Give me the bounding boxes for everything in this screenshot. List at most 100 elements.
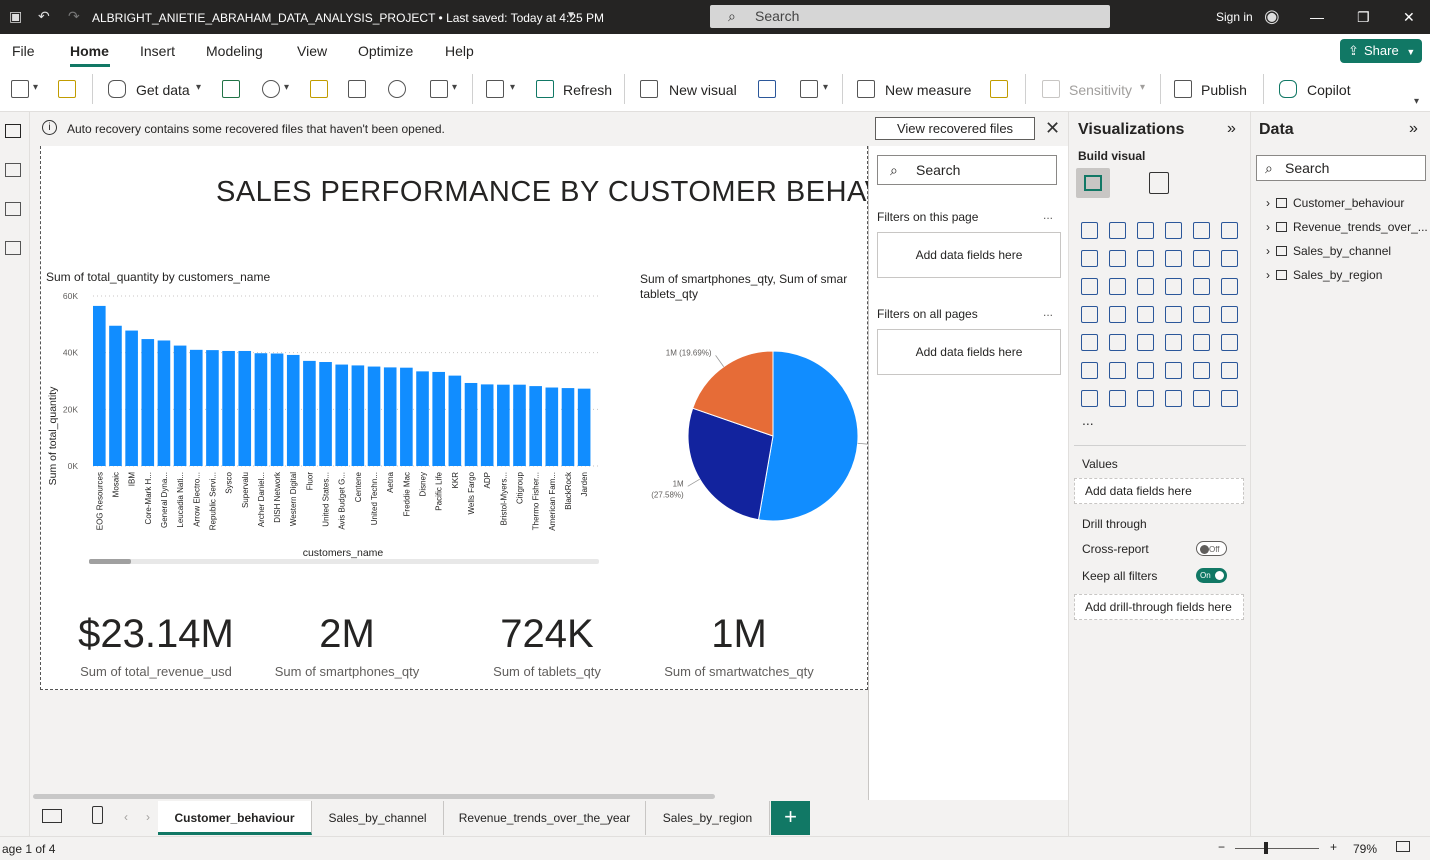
chevron-down-icon[interactable]: ▾	[1140, 82, 1145, 93]
drill-through-well[interactable]: Add drill-through fields here	[1074, 594, 1244, 620]
bar-mark[interactable]	[286, 354, 300, 466]
line-stacked-icon[interactable]	[1081, 278, 1098, 295]
card-icon[interactable]	[1221, 306, 1238, 323]
filters-all-pages-well[interactable]: Add data fields here	[877, 329, 1061, 375]
bar-mark[interactable]	[125, 330, 138, 466]
chevron-right-icon[interactable]: ›	[146, 810, 150, 824]
bar-mark[interactable]	[189, 349, 203, 466]
excel-icon[interactable]	[222, 80, 240, 98]
bar-mark[interactable]	[497, 384, 510, 466]
scatter-icon[interactable]	[1165, 278, 1182, 295]
tab-sales-by-region[interactable]: Sales_by_region	[646, 801, 770, 835]
undo-icon[interactable]: ↶	[38, 8, 50, 25]
collapse-pane-icon[interactable]: »	[1409, 120, 1418, 138]
stacked-area-icon[interactable]	[1137, 250, 1154, 267]
bar-mark[interactable]	[545, 387, 559, 466]
bar-mark[interactable]	[448, 375, 462, 466]
menu-insert[interactable]: Insert	[140, 43, 175, 59]
maximize-icon[interactable]: ❐	[1357, 9, 1370, 26]
bar-mark[interactable]	[416, 371, 429, 466]
values-well[interactable]: Add data fields here	[1074, 478, 1244, 504]
sign-in-link[interactable]: Sign in	[1216, 10, 1253, 24]
bar-mark[interactable]	[400, 367, 413, 466]
bar-mark[interactable]	[222, 350, 235, 466]
bar-mark[interactable]	[513, 384, 526, 466]
bar-mark[interactable]	[319, 362, 332, 466]
close-icon[interactable]: ✕	[1045, 118, 1060, 139]
bar-mark[interactable]	[464, 382, 478, 466]
zoom-slider-thumb[interactable]	[1264, 842, 1268, 854]
add-page-button[interactable]: +	[771, 801, 810, 835]
table-revenue-trends[interactable]: › Revenue_trends_over_...	[1266, 220, 1428, 234]
line-column-icon[interactable]	[1221, 250, 1238, 267]
get-data-button[interactable]: Get data	[136, 82, 190, 98]
chevron-down-icon[interactable]: ▾	[196, 82, 201, 93]
fit-to-page-icon[interactable]	[1396, 841, 1410, 852]
tab-customer-behaviour[interactable]: Customer_behaviour	[158, 801, 312, 835]
table-sales-by-region[interactable]: › Sales_by_region	[1266, 268, 1382, 282]
tab-sales-by-channel[interactable]: Sales_by_channel	[312, 801, 444, 835]
paginated-icon[interactable]	[1081, 390, 1098, 407]
power-apps-icon[interactable]	[1109, 390, 1126, 407]
cross-report-toggle[interactable]: Off	[1196, 541, 1227, 556]
bar-mark[interactable]	[577, 388, 591, 466]
shape-map-icon[interactable]	[1193, 390, 1210, 407]
stacked-column-icon[interactable]	[1109, 222, 1126, 239]
menu-home[interactable]: Home	[70, 43, 109, 59]
canvas-horizontal-scrollbar[interactable]	[33, 794, 715, 799]
bar-mark[interactable]	[238, 350, 252, 466]
area-icon[interactable]	[1109, 250, 1126, 267]
bar-mark[interactable]	[367, 366, 381, 466]
line-icon[interactable]	[1081, 250, 1098, 267]
goals-icon[interactable]	[1221, 362, 1238, 379]
table-customer-behaviour[interactable]: › Customer_behaviour	[1266, 196, 1404, 210]
bar-scroll-thumb[interactable]	[89, 559, 131, 564]
bar-mark[interactable]	[335, 364, 349, 466]
collapse-pane-icon[interactable]: »	[1227, 120, 1236, 138]
onelake-icon[interactable]	[262, 80, 280, 98]
text-box-icon[interactable]	[758, 80, 776, 98]
key-influencers-icon[interactable]	[1109, 362, 1126, 379]
tab-revenue-trends[interactable]: Revenue_trends_over_the_year	[444, 801, 646, 835]
minimize-icon[interactable]: —	[1310, 9, 1324, 25]
decomposition-tree-icon[interactable]	[1137, 362, 1154, 379]
scatter-bar-icon[interactable]	[1109, 278, 1126, 295]
chevron-down-icon[interactable]: ▾	[284, 82, 289, 93]
dax-query-icon[interactable]	[5, 241, 21, 255]
arcgis-icon[interactable]	[1165, 390, 1182, 407]
mobile-layout-icon[interactable]	[92, 806, 103, 824]
bar-mark[interactable]	[173, 345, 187, 466]
account-icon[interactable]: ◉	[1264, 6, 1280, 27]
funnel-icon[interactable]	[1137, 278, 1154, 295]
enter-data-icon[interactable]	[348, 80, 366, 98]
chevron-down-icon[interactable]: ▾	[33, 82, 38, 93]
clustered-bar-icon[interactable]	[1137, 222, 1154, 239]
table-view-icon[interactable]	[5, 163, 21, 177]
bar-mark[interactable]	[157, 340, 171, 466]
bar-mark[interactable]	[561, 388, 575, 466]
model-view-icon[interactable]	[5, 202, 21, 216]
azure-map-icon[interactable]	[1165, 306, 1182, 323]
slicer-icon[interactable]	[1137, 334, 1154, 351]
menu-optimize[interactable]: Optimize	[358, 43, 413, 59]
save-icon[interactable]: ▣	[9, 8, 22, 25]
more-visuals-icon[interactable]: ...	[1082, 412, 1094, 428]
more-visuals-icon[interactable]	[800, 80, 818, 98]
power-automate-icon[interactable]	[1137, 390, 1154, 407]
zoom-slider[interactable]	[1235, 848, 1319, 849]
build-visual-tab[interactable]	[1076, 168, 1110, 198]
filter-search-input[interactable]: ⌕ Search	[877, 155, 1057, 185]
bar-mark[interactable]	[109, 325, 122, 466]
bar-chart[interactable]: 0K 20K 40K 60K EOG Resources Mosaic IBM Core-M…	[41, 286, 601, 566]
bar-mark[interactable]	[351, 365, 365, 466]
table-icon[interactable]	[1165, 334, 1182, 351]
quick-measure-icon[interactable]	[990, 80, 1008, 98]
bar-mark[interactable]	[270, 353, 284, 466]
bar-mark[interactable]	[383, 367, 397, 466]
matrix-icon[interactable]	[1193, 334, 1210, 351]
sensitivity-button[interactable]: Sensitivity	[1069, 82, 1132, 98]
close-window-icon[interactable]: ✕	[1403, 9, 1415, 26]
waterfall-icon[interactable]	[1193, 250, 1210, 267]
view-recovered-files-button[interactable]: View recovered files	[875, 117, 1035, 140]
bar-mark[interactable]	[141, 339, 155, 466]
